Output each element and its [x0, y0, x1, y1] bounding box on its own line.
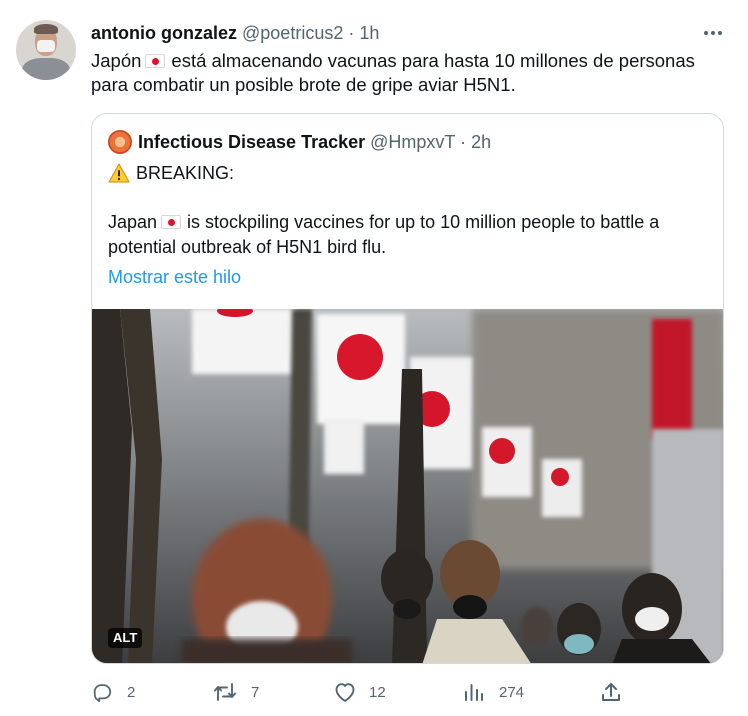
warning-icon: [108, 163, 130, 183]
action-bar: 2 7 12 274: [91, 679, 731, 705]
quoted-author-avatar: [108, 130, 132, 154]
quoted-tweet[interactable]: Infectious Disease Tracker @HmpxvT · 2h …: [91, 113, 724, 664]
tweet[interactable]: antonio gonzalez @poetricus2 · 1h Japón e…: [0, 0, 748, 716]
separator-dot: ·: [348, 23, 355, 43]
show-thread-link[interactable]: Mostrar este hilo: [108, 265, 241, 289]
share-icon: [600, 681, 622, 703]
quoted-tweet-header: Infectious Disease Tracker @HmpxvT · 2h: [138, 131, 491, 153]
heart-icon: [333, 681, 357, 703]
breaking-label: BREAKING:: [136, 163, 235, 183]
tweet-text: Japón está almacenando vacunas para hasta…: [91, 49, 731, 97]
author-name[interactable]: antonio gonzalez: [91, 23, 237, 43]
quoted-text-part2: is stockpiling vaccines for up to 10 mil…: [108, 212, 660, 257]
reply-button[interactable]: 2: [91, 679, 135, 705]
reply-icon: [91, 681, 113, 703]
alt-badge[interactable]: ALT: [108, 628, 143, 648]
retweet-count: 7: [251, 683, 260, 701]
views-count: 274: [499, 683, 525, 701]
author-avatar[interactable]: [16, 20, 76, 80]
views-button[interactable]: 274: [463, 679, 524, 705]
like-count: 12: [369, 683, 386, 701]
street-photo-image: [92, 309, 723, 663]
quoted-tweet-time: 2h: [471, 132, 492, 152]
quoted-author-handle: @HmpxvT: [370, 132, 456, 152]
author-handle[interactable]: @poetricus2: [242, 23, 343, 43]
tweet-text-part2: está almacenando vacunas para hasta 10 m…: [91, 50, 695, 95]
separator-dot: ·: [460, 132, 467, 152]
tweet-time[interactable]: 1h: [359, 23, 379, 43]
breaking-line: BREAKING:: [108, 161, 234, 185]
views-icon: [463, 681, 485, 703]
japan-flag-icon: [161, 215, 182, 229]
tweet-text-part1: Japón: [91, 50, 142, 71]
japan-flag-icon: [145, 54, 166, 68]
quoted-author-name: Infectious Disease Tracker: [138, 132, 366, 152]
share-button[interactable]: [600, 679, 622, 705]
retweet-button[interactable]: 7: [213, 679, 259, 705]
like-button[interactable]: 12: [333, 679, 386, 705]
retweet-icon: [213, 681, 237, 703]
tweet-header: antonio gonzalez @poetricus2 · 1h: [91, 22, 379, 44]
quoted-text-part1: Japan: [108, 212, 158, 232]
reply-count: 2: [127, 683, 136, 701]
more-icon[interactable]: [700, 22, 726, 44]
quoted-tweet-photo[interactable]: ALT: [92, 309, 723, 663]
quoted-tweet-text: Japan is stockpiling vaccines for up to 1…: [108, 210, 713, 260]
